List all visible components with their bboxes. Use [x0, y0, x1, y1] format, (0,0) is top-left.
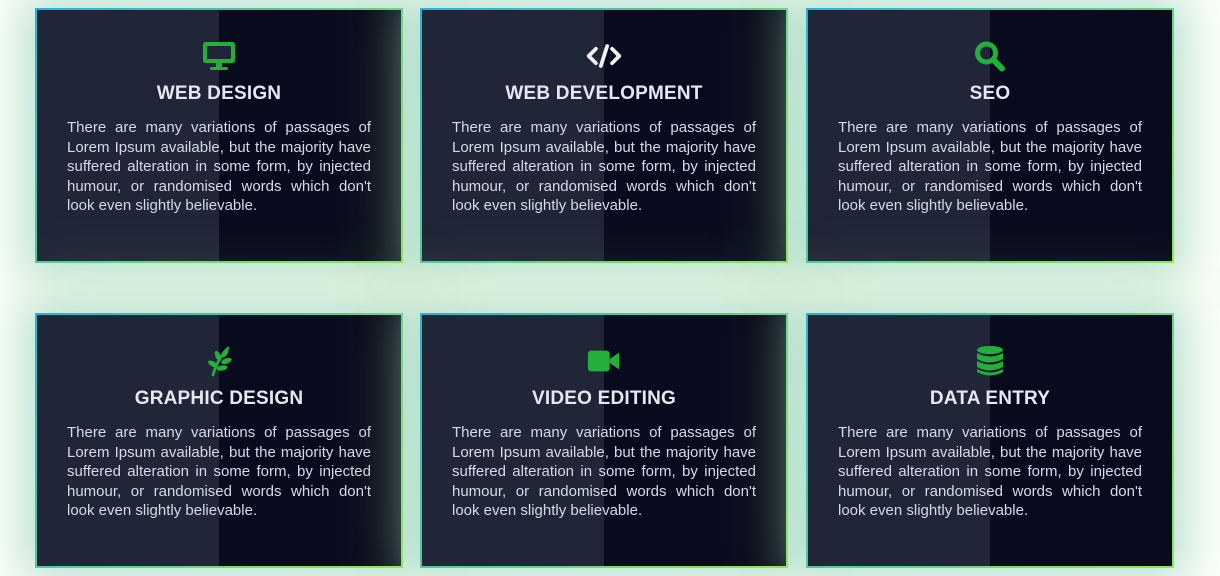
card-description: There are many variations of passages of… [452, 119, 756, 214]
services-grid: WEB DESIGN There are many variations of … [0, 0, 1220, 576]
monitor-icon [201, 40, 237, 72]
card-description: There are many variations of passages of… [67, 119, 371, 214]
service-card-video-editing[interactable]: VIDEO EDITING There are many variations … [420, 313, 788, 568]
leaf-icon [201, 345, 237, 377]
card-description: There are many variations of passages of… [838, 119, 1142, 214]
card-title: VIDEO EDITING [531, 388, 677, 409]
code-icon [586, 40, 622, 72]
service-card-web-development[interactable]: WEB DEVELOPMENT There are many variation… [420, 8, 788, 263]
video-camera-icon [586, 345, 622, 377]
service-card-web-design[interactable]: WEB DESIGN There are many variations of … [35, 8, 403, 263]
service-card-data-entry[interactable]: DATA ENTRY There are many variations of … [806, 313, 1174, 568]
card-description: There are many variations of passages of… [67, 424, 371, 519]
card-description: There are many variations of passages of… [838, 424, 1142, 519]
service-card-seo[interactable]: SEO There are many variations of passage… [806, 8, 1174, 263]
card-title: WEB DESIGN [156, 83, 282, 104]
card-title: DATA ENTRY [929, 388, 1051, 409]
card-title: SEO [969, 83, 1011, 104]
card-description: There are many variations of passages of… [452, 424, 756, 519]
card-title: WEB DEVELOPMENT [505, 83, 703, 104]
database-icon [972, 345, 1008, 377]
card-title: GRAPHIC DESIGN [134, 388, 304, 409]
search-icon [972, 40, 1008, 72]
service-card-graphic-design[interactable]: GRAPHIC DESIGN There are many variations… [35, 313, 403, 568]
